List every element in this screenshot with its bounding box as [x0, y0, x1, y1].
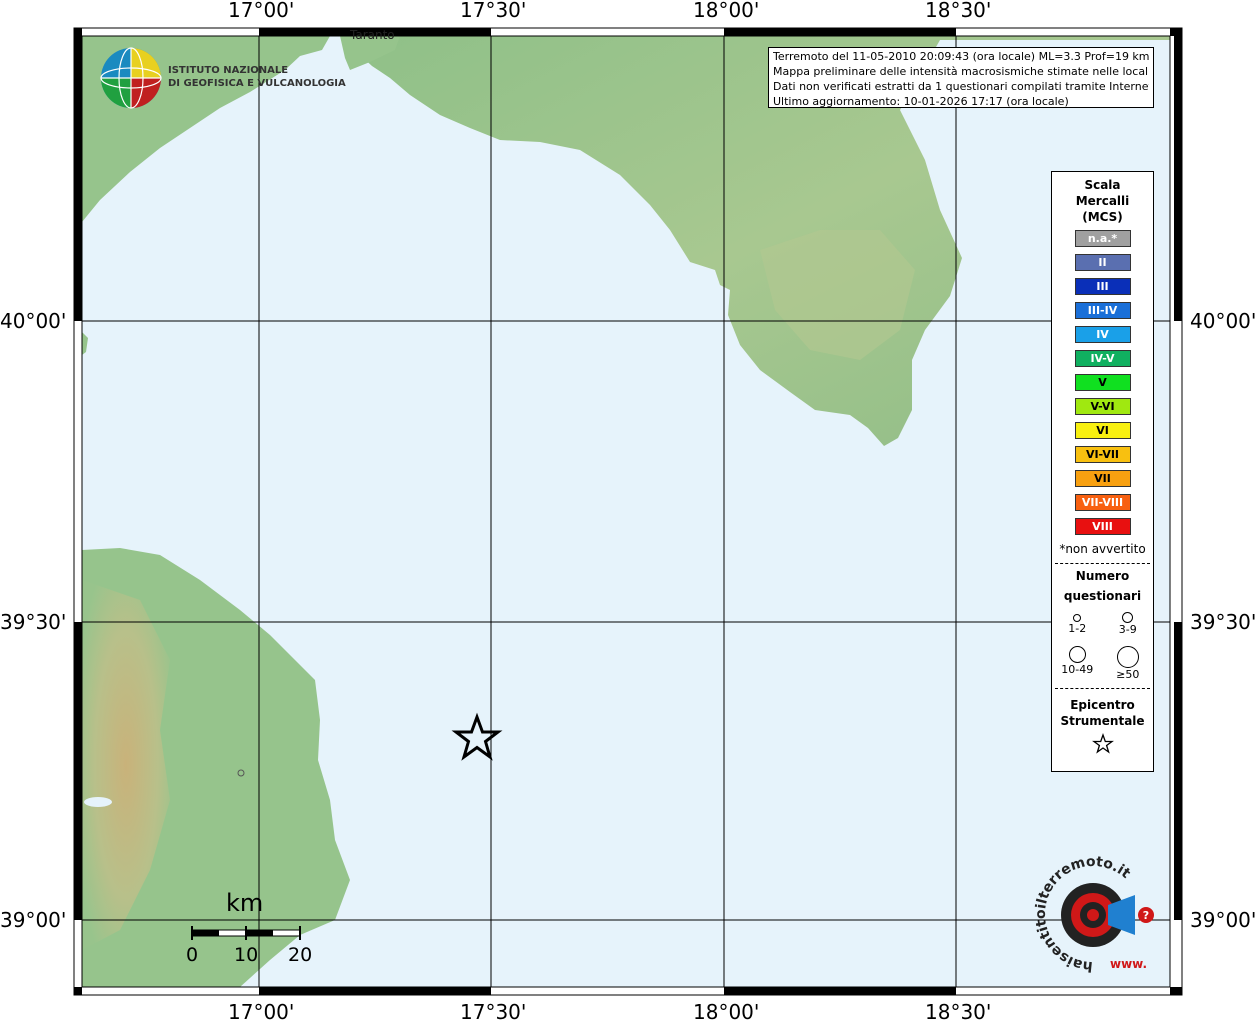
event-info-box: Terremoto del 11-05-2010 20:09:43 (ora l… [768, 47, 1154, 108]
epicenter-title: Epicentro Strumentale [1052, 697, 1153, 729]
mcs-scale-item: n.a.* [1074, 230, 1131, 247]
questionnaire-size: 3-9 [1103, 612, 1154, 646]
left-lat-label: 40°00' [0, 309, 67, 333]
bottom-lon-label: 18°00' [693, 1000, 760, 1024]
questionnaire-title-line: questionari [1063, 589, 1142, 603]
top-lon-label: 17°00' [228, 0, 295, 22]
star-icon [1091, 733, 1114, 754]
questionnaire-size-label: ≥50 [1116, 668, 1140, 681]
circle-medium-icon [1122, 612, 1134, 623]
bottom-lon-label: 18°30' [925, 1000, 992, 1024]
mcs-scale-item: VI [1074, 422, 1131, 439]
mcs-scale-item: V [1074, 374, 1131, 391]
top-lon-label: 18°00' [693, 0, 760, 22]
epicenter-title-line: Epicentro [1070, 698, 1135, 712]
mcs-scale-list: n.a.* II III III-IV IV IV-V V V-VI VI VI-VII VII VI… [1052, 230, 1153, 535]
scalebar-tick: 0 [186, 944, 199, 966]
bottom-lon-label: 17°30' [460, 1000, 527, 1024]
event-info-line: Terremoto del 11-05-2010 20:09:43 (ora l… [773, 50, 1149, 63]
questionnaire-sizes: 1-2 3-9 10-49 ≥50 [1052, 612, 1153, 686]
right-lat-label: 39°30' [1190, 610, 1255, 634]
place-label-taranto: Taranto [350, 28, 395, 42]
mcs-scale-item: V-VI [1074, 398, 1131, 415]
mcs-scale-item: IV-V [1074, 350, 1131, 367]
mcs-scale-item: VIII [1074, 518, 1131, 535]
legend-panel: Scala Mercalli (MCS) n.a.* II III III-IV IV I… [1051, 171, 1154, 772]
mcs-scale-item: III-IV [1074, 302, 1131, 319]
event-info-line: Dati non verificati estratti da 1 questi… [773, 80, 1149, 93]
ingv-name: ISTITUTO NAZIONALE DI GEOFISICA E VULCAN… [168, 64, 346, 90]
legend-title-line: Scala [1084, 178, 1121, 192]
ingv-name-line2: DI GEOFISICA E VULCANOLOGIA [168, 78, 346, 89]
left-lat-label: 39°30' [0, 610, 67, 634]
event-info-line: Mappa preliminare delle intensità macros… [773, 65, 1149, 78]
questionnaire-size-label: 1-2 [1068, 622, 1087, 635]
mcs-scale-item: II [1074, 254, 1131, 271]
na-note: *non avvertito [1059, 542, 1146, 556]
scalebar-unit: km [226, 889, 264, 917]
mcs-scale-item: VI-VII [1074, 446, 1131, 463]
questionnaire-title: Numero questionari [1052, 566, 1153, 606]
legend-title-line: (MCS) [1082, 210, 1123, 224]
questionnaire-size: 10-49 [1052, 646, 1103, 686]
mcs-scale-item: IV [1074, 326, 1131, 343]
left-lat-label: 39°00' [0, 908, 67, 932]
ingv-globe-icon [100, 47, 162, 109]
mcs-scale-item: III [1074, 278, 1131, 295]
legend-title-line: Mercalli [1075, 194, 1130, 208]
top-lon-label: 18°30' [925, 0, 992, 22]
circle-large-icon [1068, 646, 1086, 663]
questionnaire-size-label: 3-9 [1118, 623, 1137, 636]
top-lon-label: 17°30' [460, 0, 527, 22]
right-lat-label: 40°00' [1190, 309, 1255, 333]
questionnaire-size: 1-2 [1052, 612, 1103, 646]
right-lat-label: 39°00' [1190, 908, 1255, 932]
haisentito-www: www. [1110, 957, 1147, 971]
ingv-name-line1: ISTITUTO NAZIONALE [168, 65, 289, 76]
circle-small-icon [1073, 614, 1082, 622]
haisentito-ring: haisentitoilterremoto.it www. [1033, 854, 1147, 974]
questionnaire-size: ≥50 [1103, 646, 1154, 686]
mcs-scale-item: VII [1074, 470, 1131, 487]
legend-title: Scala Mercalli (MCS) [1052, 177, 1153, 225]
questionnaire-size-label: 10-49 [1061, 663, 1094, 676]
scalebar-tick: 20 [288, 944, 313, 966]
circle-xlarge-icon [1116, 646, 1139, 668]
bottom-lon-label: 17°00' [228, 1000, 295, 1024]
event-info-line: Ultimo aggiornamento: 10-01-2026 17:17 (… [773, 95, 1069, 108]
lake [84, 797, 112, 807]
legend-divider [1055, 688, 1150, 689]
legend-divider [1055, 563, 1150, 564]
epicenter-legend-star [1052, 733, 1153, 759]
questionnaire-title-line: Numero [1075, 569, 1130, 583]
mcs-scale-item: VII-VIII [1074, 494, 1131, 511]
epicenter-title-line: Strumentale [1060, 714, 1145, 728]
scalebar-tick: 10 [234, 944, 259, 966]
